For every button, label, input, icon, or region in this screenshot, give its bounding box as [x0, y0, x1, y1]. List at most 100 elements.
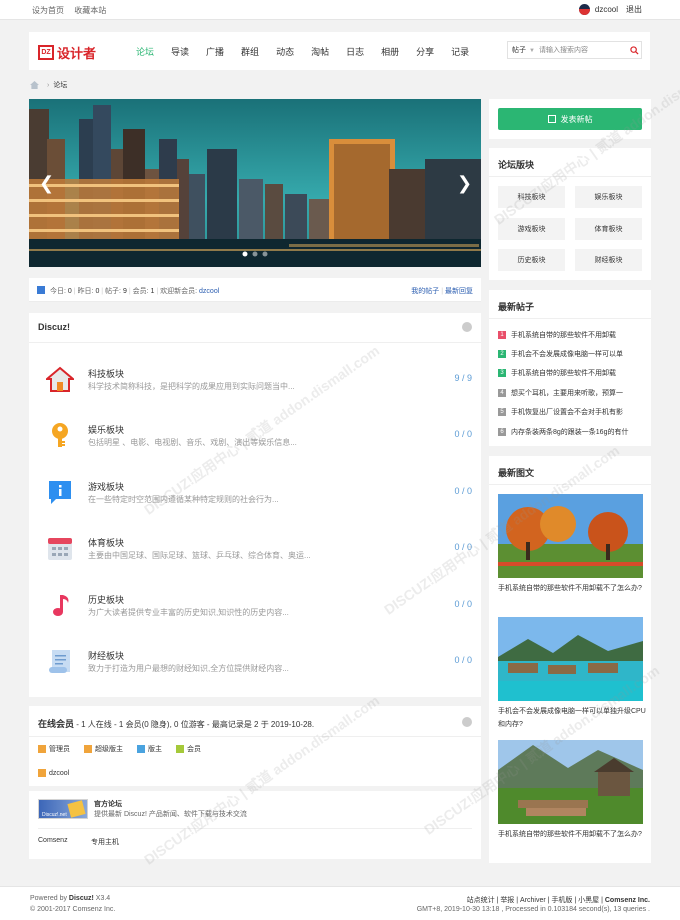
nav-item-collections[interactable]: 淘帖: [311, 45, 329, 58]
footer-link-blacklist[interactable]: 小黑屋: [578, 897, 599, 904]
forum-stats-bar: 今日: 0 | 昨日: 0 | 帖子: 9 | 会员: 1 | 欢迎新会员: d…: [29, 278, 481, 302]
latest-replies-link[interactable]: 最新回复: [445, 288, 473, 295]
autumn-trees-image[interactable]: [498, 494, 643, 578]
breadcrumb-current[interactable]: 论坛: [53, 80, 67, 90]
link-desc: 提供最新 Discuz! 产品新闻、软件下载与技术交流: [94, 811, 247, 818]
footer-link-stats[interactable]: 站点统计: [467, 897, 495, 904]
pic-caption[interactable]: 手机系统自带的那些软件不用卸载不了怎么办?: [498, 582, 646, 595]
new-post-item[interactable]: 6 内存条装两条8g的跟装一条16g的有什: [498, 427, 644, 437]
post-box: 发表新帖: [489, 99, 651, 139]
board-button-history[interactable]: 历史板块: [498, 249, 565, 271]
divider: [489, 318, 651, 319]
board-button-ent[interactable]: 娱乐板块: [575, 186, 642, 208]
discuz-banner[interactable]: Discuz!.net: [38, 799, 88, 819]
forum-row[interactable]: 体育板块 主要由中国足球、国际足球、篮球、乒乓球、综合体育、奥运... 0 / …: [29, 530, 481, 580]
search-type-select[interactable]: 帖子 ▼: [508, 45, 539, 55]
new-post-item[interactable]: 2 手机会不会发展成像电脑一样可以单: [498, 349, 644, 359]
logout-link[interactable]: 退出: [626, 4, 642, 15]
newest-member-link[interactable]: dzcool: [199, 288, 219, 295]
new-post-item[interactable]: 4 想买个耳机，主要用来听歌，预算一: [498, 388, 644, 398]
tropical-bungalows-image[interactable]: [498, 617, 643, 701]
legend-admin: 管理员: [38, 744, 70, 754]
breadcrumb-separator: ›: [47, 81, 50, 89]
forum-name[interactable]: 游戏板块: [88, 480, 124, 493]
nav-item-feed[interactable]: 动态: [276, 45, 294, 58]
slider-dots[interactable]: [242, 251, 268, 257]
home-icon[interactable]: [30, 81, 39, 89]
pic-caption[interactable]: 手机系统自带的那些软件不用卸载不了怎么办?: [498, 828, 646, 841]
search-icon[interactable]: [627, 45, 641, 55]
footer-company[interactable]: Comsenz Inc.: [605, 897, 650, 904]
footer-runtime: GMT+8, 2019-10-30 13:18 , Processed in 0…: [416, 906, 650, 913]
powered-by: Powered by: [30, 895, 67, 902]
banner-decoration: [67, 800, 86, 818]
nav-item-album[interactable]: 相册: [381, 45, 399, 58]
forum-desc: 在一些特定时空范围内遵循某种特定规则的社会行为...: [88, 495, 279, 504]
main-nav: 论坛 导读 广播 群组 动态 淘帖 日志 相册 分享 记录: [136, 45, 486, 58]
forum-row[interactable]: 历史板块 为广大读者提供专业丰富的历史知识,知识性的历史内容... 0 / 0: [29, 587, 481, 637]
forum-desc: 主要由中国足球、国际足球、篮球、乒乓球、综合体育、奥运...: [88, 551, 311, 560]
mountain-cabin-image[interactable]: [498, 740, 643, 824]
forum-row[interactable]: 游戏板块 在一些特定时空范围内遵循某种特定规则的社会行为... 0 / 0: [29, 474, 481, 524]
rank-badge: 6: [498, 428, 506, 436]
forum-name[interactable]: 历史板块: [88, 593, 124, 606]
forum-name[interactable]: 娱乐板块: [88, 423, 124, 436]
online-username[interactable]: dzcool: [49, 770, 69, 777]
set-home-link[interactable]: 设为首页: [32, 6, 64, 15]
forum-desc: 致力于打造为用户最想的财经知识,全方位提供财经内容...: [88, 664, 289, 673]
footer-link-report[interactable]: 举报: [500, 897, 514, 904]
legend-mod: 版主: [137, 744, 162, 754]
search-input[interactable]: 请输入搜索内容: [539, 45, 627, 55]
nav-item-groups[interactable]: 群组: [241, 45, 259, 58]
chevron-left-icon[interactable]: ❮: [39, 173, 54, 194]
chevron-down-icon: ▼: [529, 48, 535, 54]
nav-item-forum[interactable]: 论坛: [136, 45, 154, 58]
forum-name[interactable]: 科技板块: [88, 367, 124, 380]
product-link[interactable]: Discuz!: [69, 895, 94, 902]
music-note-icon: [53, 595, 69, 616]
new-post-item[interactable]: 5 手机恢复出厂设置会不会对手机有影: [498, 407, 644, 417]
online-title[interactable]: 在线会员: [38, 719, 74, 729]
board-button-game[interactable]: 游戏板块: [498, 218, 565, 240]
board-button-sports[interactable]: 体育板块: [575, 218, 642, 240]
link-name[interactable]: 官方论坛: [94, 799, 122, 809]
text-link-comsenz[interactable]: Comsenz: [38, 837, 68, 844]
board-button-finance[interactable]: 财经板块: [575, 249, 642, 271]
legend-super-mod: 超级版主: [84, 744, 123, 754]
site-header: DZ 设计者 论坛 导读 广播 群组 动态 淘帖 日志 相册 分享 记录 帖子 ▼…: [29, 32, 650, 70]
image-slider[interactable]: ❮ ❯: [29, 99, 481, 267]
my-posts-link[interactable]: 我的帖子: [411, 288, 439, 295]
chevron-right-icon[interactable]: ❯: [457, 173, 472, 194]
nav-item-share[interactable]: 分享: [416, 45, 434, 58]
nav-item-broadcast[interactable]: 广播: [206, 45, 224, 58]
footer-link-archiver[interactable]: Archiver: [520, 897, 546, 904]
nav-item-blog[interactable]: 日志: [346, 45, 364, 58]
new-post-button[interactable]: 发表新帖: [498, 108, 642, 130]
forum-count: 9 / 9: [454, 373, 472, 383]
board-button-tech[interactable]: 科技板块: [498, 186, 565, 208]
online-user[interactable]: dzcool: [38, 769, 69, 777]
collapse-icon[interactable]: [462, 717, 472, 727]
new-post-item[interactable]: 1 手机系统自带的那些软件不用卸载: [498, 330, 644, 340]
logo-mark: DZ: [38, 45, 54, 60]
collapse-icon[interactable]: [462, 322, 472, 332]
pic-caption[interactable]: 手机会不会发展成像电脑一样可以单独升级CPU和内存?: [498, 705, 646, 731]
forum-name[interactable]: 财经板块: [88, 649, 124, 662]
user-avatar-icon[interactable]: [578, 4, 590, 15]
nav-item-guide[interactable]: 导读: [171, 45, 189, 58]
forum-row[interactable]: 科技板块 科学技术简称科技，是把科学的成果应用到实际问题当中... 9 / 9: [29, 361, 481, 411]
username-link[interactable]: dzcool: [595, 5, 618, 14]
banner-text: Discuz!.net: [42, 812, 67, 818]
new-post-item[interactable]: 3 手机系统自带的那些软件不用卸载: [498, 368, 644, 378]
footer-link-mobile[interactable]: 手机版: [551, 897, 572, 904]
category-title[interactable]: Discuz!: [38, 322, 70, 332]
text-link-hosting[interactable]: 专用主机: [91, 837, 119, 847]
site-logo[interactable]: DZ 设计者: [38, 43, 96, 62]
forum-name[interactable]: 体育板块: [88, 536, 124, 549]
info-bubble-icon: [49, 481, 71, 504]
forum-row[interactable]: 财经板块 致力于打造为用户最想的财经知识,全方位提供财经内容... 0 / 0: [29, 643, 481, 693]
bookmark-link[interactable]: 收藏本站: [74, 6, 106, 15]
forum-row[interactable]: 娱乐板块 包括明星 、电影、电视剧、音乐、戏剧、演出等娱乐信息... 0 / 0: [29, 417, 481, 467]
nav-item-records[interactable]: 记录: [451, 45, 469, 58]
sidebar-new-posts: 最新帖子 1 手机系统自带的那些软件不用卸载 2 手机会不会发展成像电脑一样可以单 …: [489, 290, 651, 446]
